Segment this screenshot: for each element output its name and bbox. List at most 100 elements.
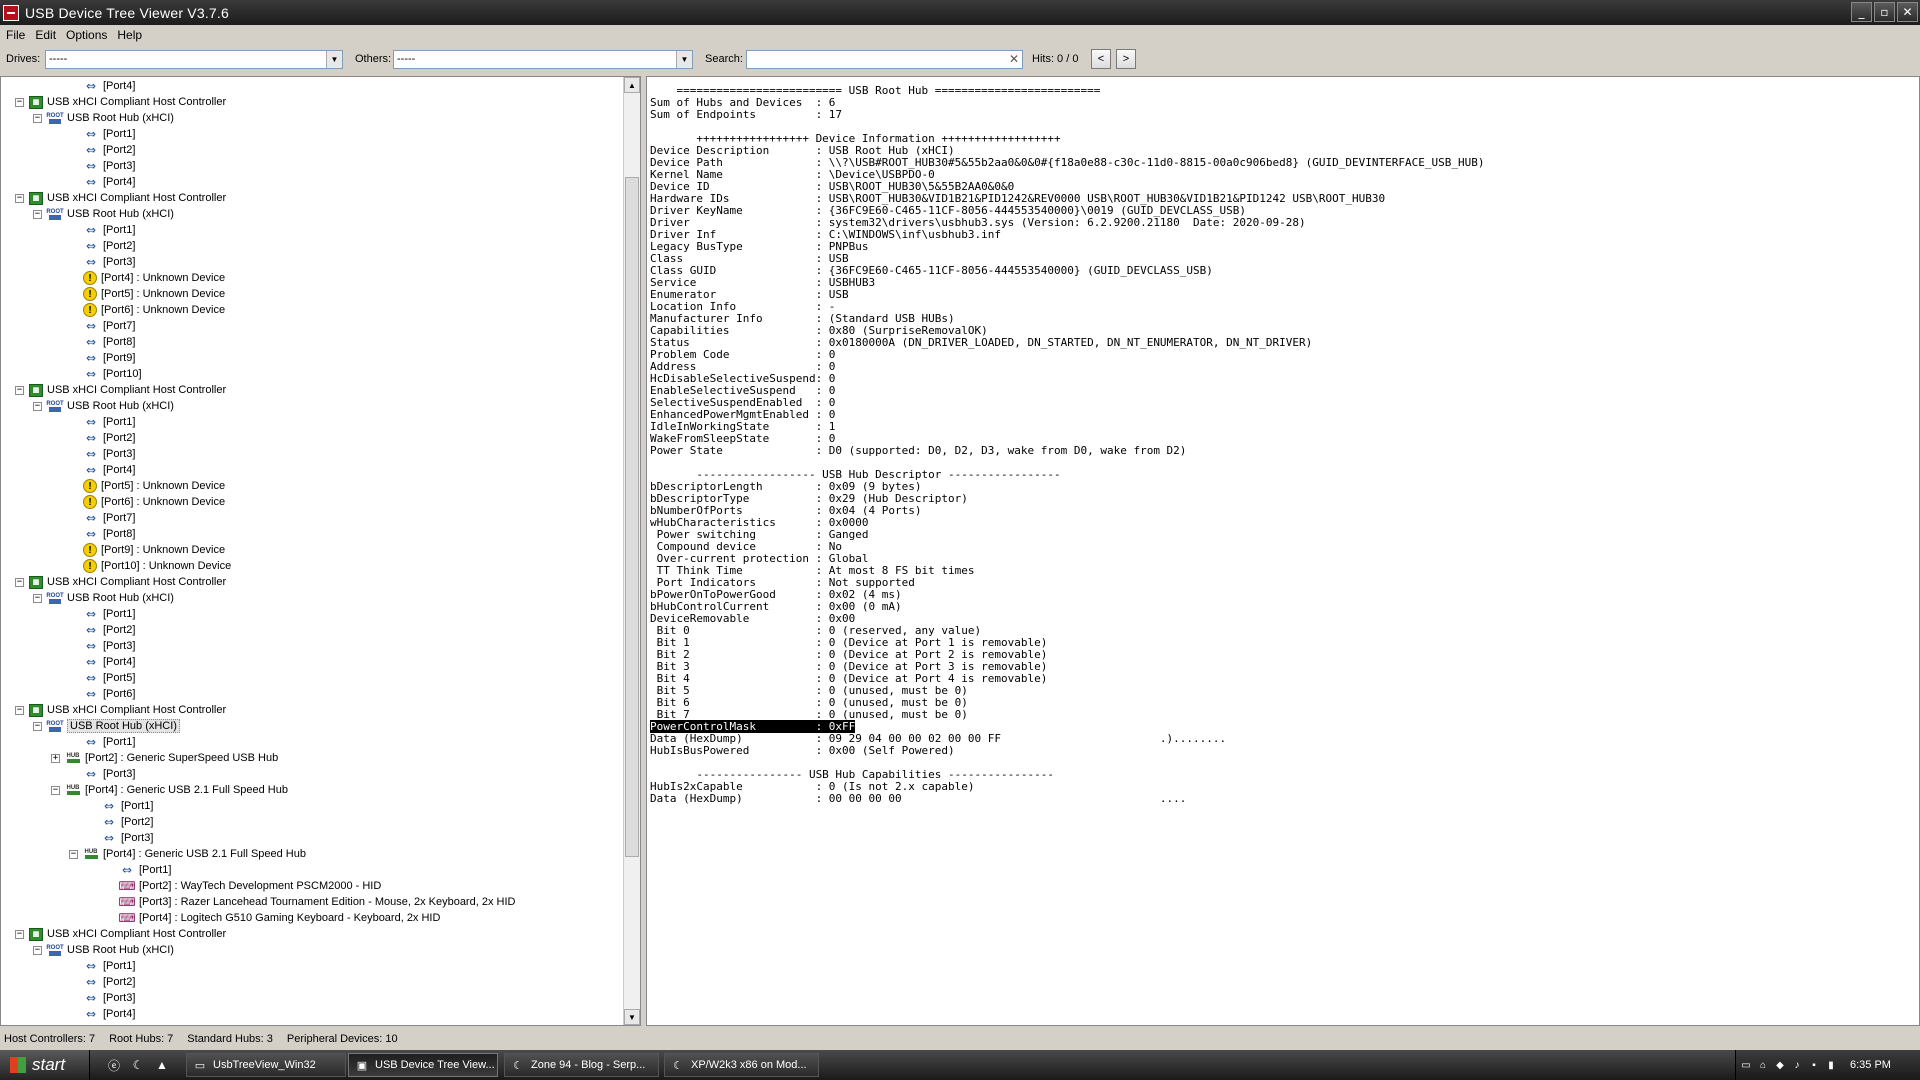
collapse-icon[interactable]: − (33, 593, 42, 603)
collapse-icon[interactable]: − (15, 577, 24, 587)
tree-item[interactable]: − ROOT USB Root Hub (xHCI) (33, 206, 174, 222)
tree-item[interactable]: − ROOT USB Root Hub (xHCI) (33, 590, 174, 606)
tree-item[interactable]: ⌨ [Port3] : Razer Lancehead Tournament Ed… (118, 894, 515, 910)
menu-options[interactable]: Options (64, 28, 115, 42)
tree-item[interactable]: ⇔ [Port1] (83, 414, 135, 430)
tree-item[interactable]: ! [Port10] : Unknown Device (83, 558, 231, 574)
previous-hit-button[interactable]: < (1091, 49, 1111, 69)
tree-item[interactable]: ⇔ [Port4] (83, 1006, 135, 1022)
browser-icon[interactable]: ☾ (130, 1057, 146, 1073)
collapse-icon[interactable]: − (33, 209, 42, 219)
tree-item[interactable]: ⇔ [Port7] (83, 510, 135, 526)
tree-item[interactable]: ⇔ [Port7] (83, 318, 135, 334)
tree-item[interactable]: ! [Port4] : Unknown Device (83, 270, 225, 286)
collapse-icon[interactable]: − (15, 97, 24, 107)
tree-item[interactable]: − ROOT USB Root Hub (xHCI) (33, 942, 174, 958)
tree-item[interactable]: ⇔ [Port4] (83, 78, 135, 94)
tree-item[interactable]: ⇔ [Port1] (83, 734, 135, 750)
collapse-icon[interactable]: − (51, 785, 60, 795)
tree-item[interactable]: − ROOT USB Root Hub (xHCI) (33, 110, 174, 126)
tree-item[interactable]: ! [Port5] : Unknown Device (83, 478, 225, 494)
tree-item[interactable]: ! [Port9] : Unknown Device (83, 542, 225, 558)
collapse-icon[interactable]: − (15, 705, 24, 715)
menu-file[interactable]: File (4, 28, 33, 42)
device-tree[interactable]: ⇔ [Port4] − ▦ USB xHCI Compliant Host Contro… (0, 76, 641, 1026)
tree-item[interactable]: ⇔ [Port5] (83, 670, 135, 686)
internet-explorer-icon[interactable]: ⓔ (106, 1057, 122, 1073)
volume-icon[interactable]: ♪ (1790, 1058, 1804, 1072)
tree-item[interactable]: ! [Port5] : Unknown Device (83, 286, 225, 302)
collapse-icon[interactable]: − (69, 849, 78, 859)
collapse-icon[interactable]: − (15, 929, 24, 939)
tree-item[interactable]: − ROOT USB Root Hub (xHCI) (33, 398, 174, 414)
collapse-icon[interactable]: − (33, 113, 42, 123)
tree-item[interactable]: ⇔ [Port1] (83, 222, 135, 238)
tree-item[interactable]: ⇔ [Port8] (83, 526, 135, 542)
others-dropdown[interactable]: ----- ▼ (393, 50, 693, 69)
menu-help[interactable]: Help (115, 28, 150, 42)
tree-item[interactable]: ⇔ [Port1] (101, 798, 153, 814)
tree-item[interactable]: ⇔ [Port3] (83, 446, 135, 462)
tree-item[interactable]: ⇔ [Port4] (83, 174, 135, 190)
tree-item[interactable]: − ▦ USB xHCI Compliant Host Controller (15, 702, 226, 718)
device-icon[interactable]: ▪ (1807, 1058, 1821, 1072)
network-icon[interactable]: ⌂ (1756, 1058, 1770, 1072)
tree-item[interactable]: − ROOT USB Root Hub (xHCI) (33, 718, 180, 734)
tree-item[interactable]: ! [Port6] : Unknown Device (83, 302, 225, 318)
tree-item[interactable]: ⇔ [Port2] (83, 622, 135, 638)
tree-item[interactable]: ⇔ [Port6] (83, 686, 135, 702)
device-details[interactable]: ========================= USB Root Hub =… (646, 76, 1920, 1026)
collapse-icon[interactable]: − (33, 721, 42, 731)
minimize-button[interactable]: _ (1851, 2, 1872, 22)
keyboard-icon[interactable]: ▭ (1739, 1058, 1753, 1072)
collapse-icon[interactable]: − (33, 945, 42, 955)
tree-item[interactable]: + HUB [Port2] : Generic SuperSpeed USB Hub (51, 750, 278, 766)
tree-item[interactable]: − ▦ USB xHCI Compliant Host Controller (15, 382, 226, 398)
tree-item[interactable]: − ▦ USB xHCI Compliant Host Controller (15, 190, 226, 206)
clock[interactable]: 6:35 PM (1850, 1059, 1891, 1071)
tree-scrollbar[interactable]: ▲ ▼ (623, 77, 640, 1025)
tree-item[interactable]: ⇔ [Port2] (83, 974, 135, 990)
vlc-icon[interactable]: ▲ (154, 1057, 170, 1073)
tree-item[interactable]: ⇔ [Port2] (101, 814, 153, 830)
task-xp-w2k3[interactable]: ☾ XP/W2k3 x86 on Mod... (664, 1053, 819, 1077)
tree-item[interactable]: ⇔ [Port3] (101, 830, 153, 846)
tree-item[interactable]: ⇔ [Port2] (83, 430, 135, 446)
tree-item[interactable]: ⇔ [Port1] (83, 126, 135, 142)
collapse-icon[interactable]: − (33, 401, 42, 411)
tree-item[interactable]: − HUB [Port4] : Generic USB 2.1 Full Speed… (69, 846, 306, 862)
chevron-down-icon[interactable]: ▼ (676, 51, 692, 68)
task-usbtreeview-folder[interactable]: ▭ UsbTreeView_Win32 (186, 1053, 346, 1077)
scroll-down-icon[interactable]: ▼ (624, 1009, 640, 1025)
security-icon[interactable]: ◆ (1773, 1058, 1787, 1072)
collapse-icon[interactable]: − (15, 385, 24, 395)
battery-icon[interactable]: ▮ (1824, 1058, 1838, 1072)
tree-item[interactable]: ⇔ [Port3] (83, 990, 135, 1006)
search-input[interactable]: ✕ (746, 50, 1023, 69)
scroll-thumb[interactable] (625, 177, 639, 857)
expand-icon[interactable]: + (51, 753, 60, 763)
scroll-up-icon[interactable]: ▲ (624, 77, 640, 93)
close-button[interactable]: ✕ (1897, 2, 1918, 22)
collapse-icon[interactable]: − (15, 193, 24, 203)
maximize-button[interactable]: ▫ (1874, 2, 1895, 22)
tree-item[interactable]: ⇔ [Port1] (83, 958, 135, 974)
tree-item[interactable]: ! [Port6] : Unknown Device (83, 494, 225, 510)
tree-item[interactable]: − ▦ USB xHCI Compliant Host Controller (15, 926, 226, 942)
tree-item[interactable]: ⇔ [Port2] (83, 142, 135, 158)
menu-edit[interactable]: Edit (33, 28, 64, 42)
tree-item[interactable]: ⇔ [Port3] (83, 254, 135, 270)
tree-item[interactable]: ⇔ [Port3] (83, 766, 135, 782)
tree-item[interactable]: ⇔ [Port4] (83, 654, 135, 670)
tree-item[interactable]: ⌨ [Port4] : Logitech G510 Gaming Keyboard… (118, 910, 440, 926)
tree-item[interactable]: ⌨ [Port2] : WayTech Development PSCM2000 … (118, 878, 381, 894)
tree-item[interactable]: − HUB [Port4] : Generic USB 2.1 Full Speed… (51, 782, 288, 798)
task-usb-device-tree-viewer[interactable]: ▣ USB Device Tree View... (348, 1053, 498, 1077)
next-hit-button[interactable]: > (1116, 49, 1136, 69)
tree-item[interactable]: ⇔ [Port1] (83, 606, 135, 622)
tree-item[interactable]: ⇔ [Port8] (83, 334, 135, 350)
tree-item[interactable]: ⇔ [Port10] (83, 366, 142, 382)
chevron-down-icon[interactable]: ▼ (326, 51, 342, 68)
drives-dropdown[interactable]: ----- ▼ (45, 50, 343, 69)
task-zone94-blog[interactable]: ☾ Zone 94 - Blog - Serp... (504, 1053, 659, 1077)
